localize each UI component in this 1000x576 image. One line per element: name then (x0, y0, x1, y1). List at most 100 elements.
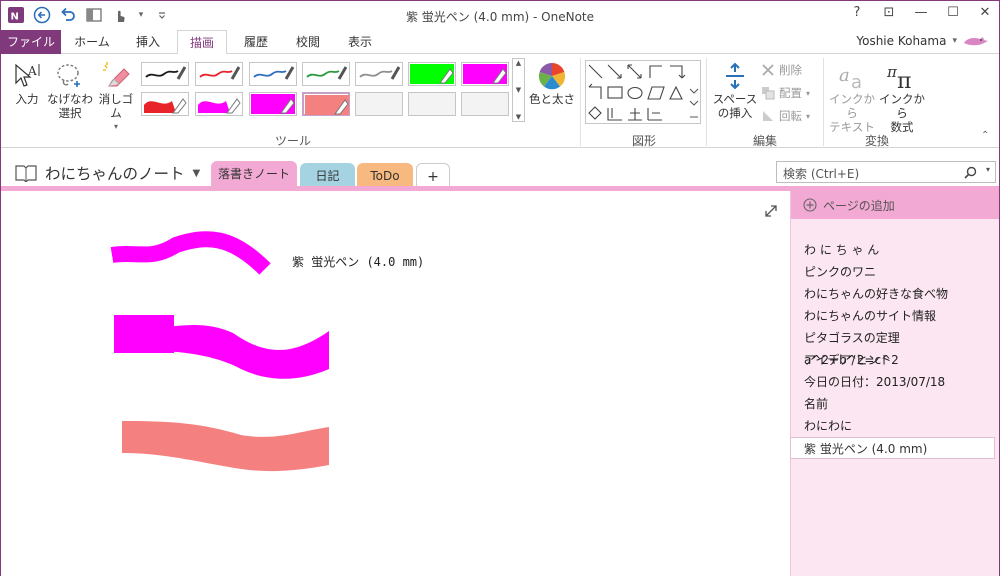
pen-swatch[interactable] (249, 62, 297, 86)
pen-swatch[interactable] (302, 62, 350, 86)
ink-stroke-magenta-thin[interactable] (110, 231, 271, 275)
help-button[interactable]: ? (849, 5, 865, 20)
tab-file[interactable]: ファイル (1, 30, 61, 54)
lasso-icon (47, 60, 93, 92)
ribbon-tab-bar: ファイル ホーム 挿入 描画 履歴 校閲 表示 Yoshie Kohama ▾ (1, 30, 999, 55)
ink-to-math-button[interactable]: ππ インクから 数式 (877, 60, 927, 134)
ink-stroke-salmon[interactable] (122, 421, 329, 472)
page-canvas[interactable]: 紫 蛍光ペン (4.0 mm) (1, 191, 790, 576)
user-name: Yoshie Kohama (856, 34, 947, 48)
rotate-icon (763, 111, 773, 121)
ribbon-draw: A 入力 なげなわ 選択 消しゴム ▾ ▲ ▼ ▼ 色と太さ ツール 図形 スペ… (1, 54, 999, 148)
window-controls: ? ⊡ — ☐ ✕ (849, 5, 993, 20)
section-tab-scribble[interactable]: 落書きノート (211, 161, 297, 189)
user-account[interactable]: Yoshie Kohama ▾ (856, 34, 989, 48)
pen-swatch[interactable] (355, 62, 403, 86)
ribbon-display-options-button[interactable]: ⊡ (881, 5, 897, 20)
tab-history[interactable]: 履歴 (233, 30, 279, 54)
tools-group-label: ツール (275, 134, 312, 148)
type-cursor-icon: A (9, 60, 45, 92)
pen-swatch[interactable] (302, 92, 350, 116)
shapes-icons (588, 64, 699, 121)
color-palette-icon (529, 60, 575, 92)
maximize-button[interactable]: ☐ (945, 5, 961, 20)
svg-text:a: a (851, 72, 862, 91)
page-item[interactable]: ピタゴラスの定理 a^2+b^2=c^2 (791, 327, 1000, 367)
tab-draw[interactable]: 描画 (177, 30, 227, 55)
svg-text:A: A (27, 64, 37, 78)
ink-stroke-magenta-thick-start (114, 315, 174, 353)
tab-review[interactable]: 校閲 (285, 30, 331, 54)
search-box[interactable]: 検索 (Ctrl+E) ▾ (776, 161, 996, 183)
delete-icon (762, 64, 774, 76)
gallery-expand-icon[interactable]: ▼ (516, 113, 521, 121)
page-list: わ に ち ゃ んピンクのワニ わにちゃんの好きな食べ物 わにちゃんのサイト情報 ピタ… (790, 239, 1000, 459)
notebook-dropdown-icon: ▼ (192, 167, 201, 179)
pen-gallery-scrollbar[interactable]: ▲ ▼ ▼ (512, 58, 525, 122)
lasso-select-button[interactable]: なげなわ 選択 (47, 60, 93, 120)
pen-swatch[interactable] (141, 92, 189, 116)
search-icon[interactable] (964, 166, 977, 179)
ink-to-text-button[interactable]: aa インクから テキスト (827, 60, 877, 134)
convert-group-label: 変換 (865, 134, 890, 148)
crocodile-avatar-icon (964, 37, 988, 46)
pen-swatch[interactable] (355, 92, 403, 116)
arrange-icon (762, 87, 775, 100)
collapse-ribbon-icon[interactable]: ⌃ (981, 130, 989, 141)
rotate-button[interactable]: 回転 ▾ (761, 108, 810, 124)
eraser-icon (94, 60, 138, 92)
shapes-group-label: 図形 (632, 134, 657, 148)
edit-group-label: 編集 (753, 134, 778, 148)
arrange-dropdown-icon: ▾ (806, 88, 811, 98)
pen-swatch[interactable] (408, 92, 456, 116)
arrange-button[interactable]: 配置 ▾ (761, 85, 810, 101)
page-list-pane: ページの追加 わ に ち ゃ んピンクのワニ わにちゃんの好きな食べ物 わにちゃんの… (790, 191, 999, 576)
pen-swatch[interactable] (461, 62, 509, 86)
ink-to-math-icon: ππ (877, 60, 927, 92)
minimize-button[interactable]: — (913, 5, 929, 20)
insert-space-button[interactable]: スペース の挿入 (712, 60, 758, 120)
ink-strokes (110, 231, 329, 472)
tab-home[interactable]: ホーム (67, 30, 117, 54)
onenote-window: N ▾ 紫 蛍光ペン (4.0 mm) - OneNote ? ⊡ — ☐ ✕ … (0, 0, 1000, 576)
pen-swatch[interactable] (408, 62, 456, 86)
page-item[interactable]: わにちゃんの好きな食べ物 (791, 283, 1000, 305)
title-bar: N ▾ 紫 蛍光ペン (4.0 mm) - OneNote ? ⊡ — ☐ ✕ (1, 1, 999, 30)
input-button[interactable]: A 入力 (9, 60, 45, 106)
search-placeholder: 検索 (Ctrl+E) (783, 167, 860, 181)
page-item[interactable]: わ に ち ゃ ん (791, 239, 1000, 261)
svg-text:a: a (839, 65, 850, 86)
delete-button[interactable]: 削除 (761, 62, 802, 78)
page-title-text[interactable]: 紫 蛍光ペン (4.0 mm) (292, 253, 424, 270)
page-item[interactable]: 今日の日付：2013/07/18 (791, 371, 1000, 393)
page-item[interactable]: ピンクのワニ (791, 261, 1000, 283)
tab-view[interactable]: 表示 (337, 30, 383, 54)
add-page-icon (803, 198, 817, 212)
page-item[interactable]: わにわに (791, 415, 1000, 437)
shapes-gallery[interactable] (585, 60, 701, 124)
search-scope-dropdown-icon[interactable]: ▾ (986, 165, 990, 174)
page-item[interactable]: わにちゃんのサイト情報 (791, 305, 1000, 327)
pen-swatch[interactable] (195, 62, 243, 86)
notebook-selector[interactable]: わにちゃんのノート ▼ (15, 162, 200, 184)
scroll-down-icon[interactable]: ▼ (516, 86, 521, 94)
pen-swatch[interactable] (141, 62, 189, 86)
svg-text:π: π (897, 69, 911, 91)
close-button[interactable]: ✕ (977, 5, 993, 20)
pen-swatch[interactable] (461, 92, 509, 116)
user-dropdown-icon: ▾ (952, 36, 957, 46)
pen-swatch[interactable] (249, 92, 297, 116)
pen-swatch[interactable] (195, 92, 243, 116)
add-page-button[interactable]: ページの追加 (791, 191, 999, 219)
group-separator (823, 58, 824, 146)
scroll-up-icon[interactable]: ▲ (516, 59, 521, 67)
color-thickness-button[interactable]: 色と太さ (529, 60, 575, 106)
eraser-button[interactable]: 消しゴム ▾ (94, 60, 138, 134)
eraser-dropdown-icon: ▾ (113, 122, 118, 131)
page-item[interactable]: 名前 (791, 393, 1000, 415)
notebook-icon (15, 165, 37, 182)
tab-insert[interactable]: 挿入 (125, 30, 171, 54)
page-item-selected[interactable]: 紫 蛍光ペン (4.0 mm) (790, 437, 995, 459)
group-separator (580, 58, 581, 146)
insert-space-icon (712, 60, 758, 92)
